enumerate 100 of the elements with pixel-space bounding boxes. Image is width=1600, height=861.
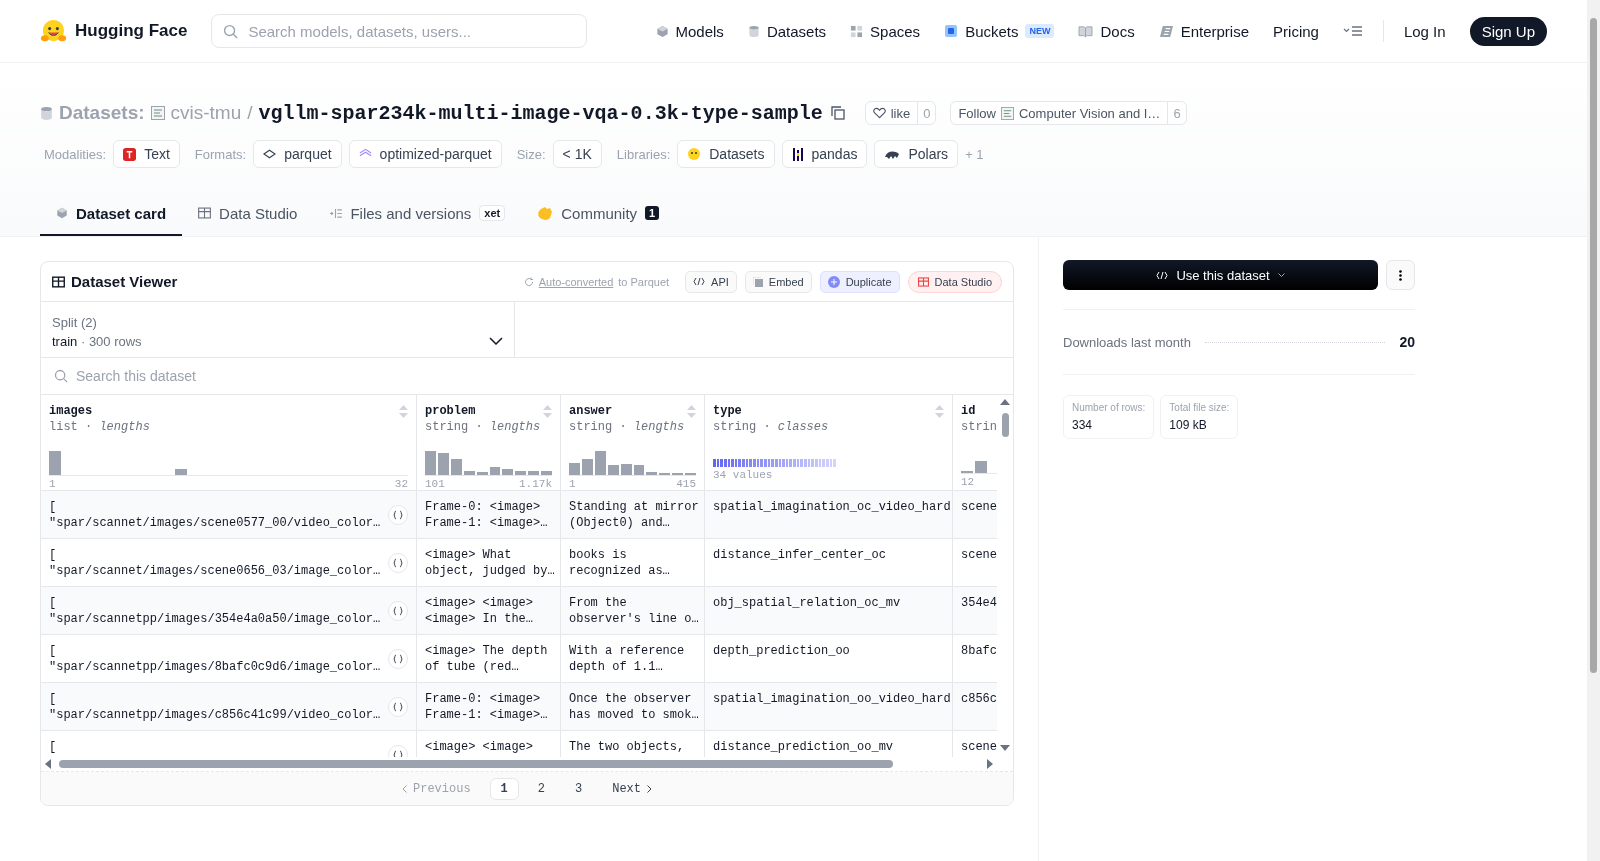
tag-chip[interactable]: < 1K	[552, 140, 602, 168]
page-button[interactable]: 1	[489, 777, 519, 800]
nav-link[interactable]: Spaces	[850, 22, 921, 40]
braces-icon	[393, 509, 403, 520]
page-button[interactable]: 3	[564, 777, 594, 800]
json-view-button[interactable]	[388, 552, 408, 573]
braces-icon	[393, 653, 403, 664]
section-label: Datasets:	[59, 102, 145, 124]
organization-avatar-icon	[1001, 106, 1014, 120]
new-badge: NEW	[1025, 24, 1055, 38]
dataset-search-field[interactable]: Search this dataset	[41, 358, 1013, 393]
scrollbar-thumb[interactable]	[1002, 413, 1009, 437]
table-cell: c856c	[961, 691, 997, 707]
table-icon	[52, 275, 65, 288]
json-view-button[interactable]	[388, 504, 408, 525]
scroll-right-arrow-icon[interactable]	[987, 759, 993, 769]
use-dataset-button[interactable]: Use this dataset	[1063, 260, 1378, 290]
plus-circle-icon	[827, 275, 840, 288]
table-cell: From the observer's line o…	[569, 595, 699, 627]
scrollbar-thumb[interactable]	[59, 760, 893, 768]
downloads-label: Downloads last month	[1063, 334, 1191, 350]
tag-chip[interactable]: Datasets	[677, 140, 775, 168]
column-name: images	[49, 403, 93, 419]
table-cell-text: [ "spar/scannet/images/scene0577_00/video_color…	[49, 499, 381, 531]
table-cell-text: [ "spar/scannetpp/images/8bafc0c9d6/image_color…	[49, 643, 381, 675]
tab[interactable]: Community 1	[521, 192, 676, 236]
tag-chip[interactable]: parquet	[253, 140, 342, 168]
tab[interactable]: Dataset card	[40, 192, 183, 236]
table-cell: scene	[961, 499, 997, 515]
table-cell: obj_spatial_relation_oc_mv	[713, 595, 901, 611]
json-view-button[interactable]	[388, 696, 408, 717]
site-name: Hugging Face	[75, 21, 188, 41]
table-horizontal-scrollbar[interactable]	[41, 757, 1013, 772]
like-button[interactable]: like 0	[864, 101, 937, 125]
database-icon	[747, 24, 760, 38]
table-cell: Standing at mirror (Object0) and…	[569, 499, 699, 531]
table-cell-text: [	[49, 739, 57, 755]
tag-chip[interactable]: Text	[113, 140, 180, 168]
viewer-action-button[interactable]: Embed	[744, 270, 812, 293]
book-icon	[1078, 24, 1094, 38]
nav-link[interactable]: Buckets NEW	[944, 22, 1055, 40]
menu-icon[interactable]	[1342, 25, 1363, 37]
search-icon	[223, 24, 239, 39]
column-type: strin	[961, 419, 997, 435]
nav-link[interactable]: Docs	[1078, 22, 1135, 40]
scroll-down-arrow-icon[interactable]	[1000, 745, 1010, 751]
tag-chip[interactable]: pandas	[781, 140, 868, 168]
search-field[interactable]: Search models, datasets, users...	[211, 14, 588, 48]
page-scrollbar[interactable]	[1587, 0, 1600, 861]
table-cell-text: [ "spar/scannet/images/scene0656_03/image_color…	[49, 547, 381, 579]
count-badge: 1	[645, 206, 660, 220]
chevron-left-icon	[402, 784, 407, 793]
login-link[interactable]: Log In	[1403, 22, 1446, 40]
nav-link[interactable]: Pricing	[1273, 22, 1319, 40]
tab[interactable]: Data Studio	[182, 192, 314, 236]
stat-card: Number of rows: 334	[1063, 395, 1155, 439]
table-cell: Frame-0: <image> Frame-1: <image>…	[425, 499, 548, 531]
scroll-up-arrow-icon[interactable]	[1000, 399, 1010, 405]
nav-link[interactable]: Enterprise	[1158, 22, 1250, 40]
split-dropdown[interactable]: Split (2) train · 300 rows	[41, 302, 515, 357]
next-page-button[interactable]: Next	[601, 777, 663, 800]
table-cell: <image> <image> <image> In the…	[425, 595, 534, 627]
nav-link[interactable]: Models	[655, 22, 724, 40]
json-view-button[interactable]	[388, 600, 408, 621]
follow-button[interactable]: Follow Computer Vision and I… 6	[950, 101, 1187, 125]
tag-chip[interactable]: optimized-parquet	[348, 140, 502, 168]
file-list-icon	[329, 207, 343, 219]
copy-icon[interactable]	[830, 106, 845, 120]
heart-icon	[872, 107, 886, 119]
viewer-title: Dataset Viewer	[71, 273, 178, 290]
viewer-action-button[interactable]: API	[685, 270, 737, 293]
page-button[interactable]: 2	[526, 777, 556, 800]
square-icon	[944, 24, 959, 38]
cube-icon	[56, 207, 68, 219]
viewer-action-button[interactable]: Duplicate	[819, 270, 900, 293]
chevron-down-icon	[489, 337, 503, 345]
scroll-left-arrow-icon[interactable]	[45, 759, 51, 769]
tag-group-label: Formats:	[194, 146, 247, 162]
path-separator: /	[247, 102, 253, 124]
table-cell: books is recognized as…	[569, 547, 670, 579]
json-view-button[interactable]	[388, 648, 408, 669]
table-cell: 8bafc	[961, 643, 997, 659]
chevron-right-icon	[647, 784, 652, 793]
scrollbar-thumb[interactable]	[1590, 18, 1597, 673]
tag-group-label: Libraries:	[616, 146, 671, 162]
table-cell: With a reference depth of 1.1…	[569, 643, 685, 675]
range-min: 1	[569, 477, 576, 490]
table-cell-text: [ "spar/scannetpp/images/c856c41c99/video_color…	[49, 691, 381, 723]
braces-icon	[393, 605, 403, 616]
signup-button[interactable]: Sign Up	[1469, 16, 1547, 46]
table-cell: scene	[961, 739, 997, 755]
tag-chip[interactable]: Polars	[874, 140, 959, 168]
downloads-count: 20	[1399, 334, 1415, 350]
tab[interactable]: Files and versions xet	[313, 192, 522, 236]
nav-link[interactable]: Datasets	[747, 22, 827, 40]
viewer-action-button[interactable]: Data Studio	[907, 270, 1002, 293]
range-max: 32	[394, 477, 408, 490]
tag-group-label: Size:	[516, 146, 546, 162]
range-max: 415	[676, 477, 696, 490]
letter-t-icon	[123, 147, 137, 161]
